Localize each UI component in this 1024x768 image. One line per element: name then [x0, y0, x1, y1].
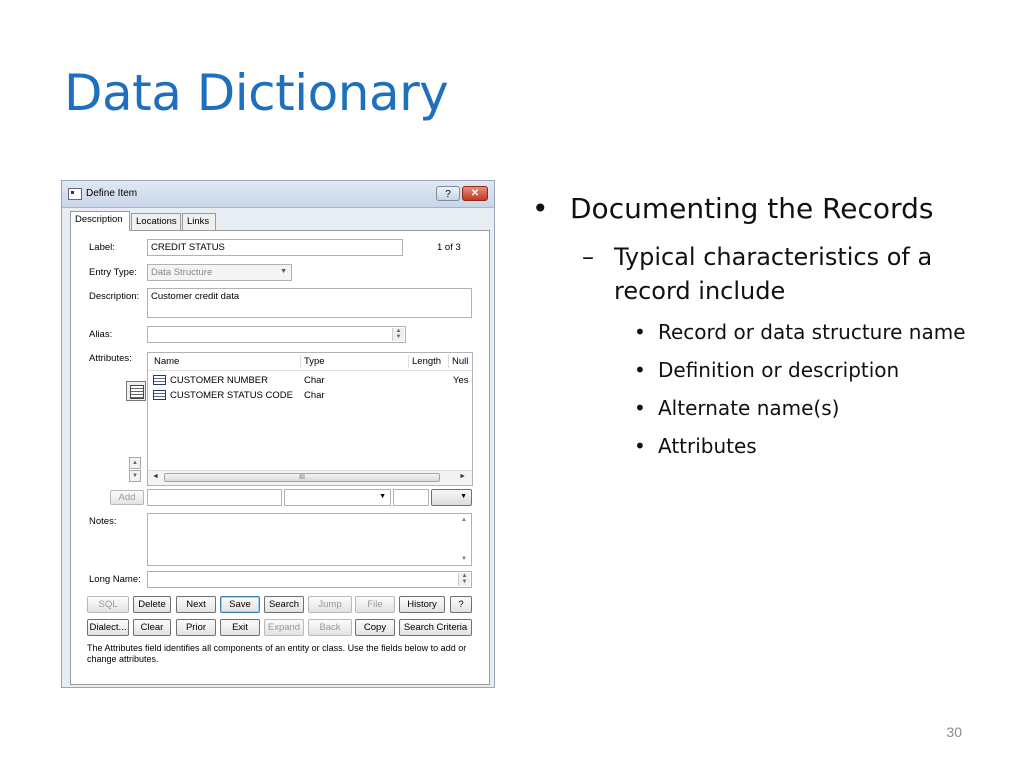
define-item-dialog: Define Item ? ✕ Description Locations Li… — [61, 180, 495, 688]
scroll-up-icon[interactable]: ▲ — [461, 517, 467, 523]
long-name-input[interactable]: ▲ ▼ — [147, 571, 472, 588]
dialog-titlebar: Define Item ? ✕ — [62, 181, 494, 208]
scroll-down-icon[interactable]: ▼ — [461, 556, 467, 562]
new-attribute-name-input[interactable] — [147, 489, 282, 506]
help-question-button[interactable]: ? — [450, 596, 472, 613]
horizontal-scrollbar[interactable]: ◄ III ► — [148, 470, 472, 485]
page-number: 30 — [946, 724, 962, 740]
slide-title: Data Dictionary — [64, 64, 449, 122]
file-button[interactable]: File — [355, 596, 395, 613]
new-attribute-type-select[interactable]: ▼ — [284, 489, 391, 506]
move-down-icon[interactable]: ▼ — [129, 470, 141, 482]
bullet-level3: Alternate name(s) — [530, 394, 970, 422]
next-button[interactable]: Next — [176, 596, 216, 613]
description-input[interactable]: Customer credit data — [147, 288, 472, 318]
column-header-length[interactable]: Length — [412, 356, 441, 367]
table-row-icon — [153, 375, 166, 386]
column-header-name[interactable]: Name — [154, 356, 179, 367]
scroll-right-icon[interactable]: ► — [459, 473, 466, 480]
clear-button[interactable]: Clear — [133, 619, 171, 636]
record-counter: 1 of 3 — [437, 242, 461, 253]
jump-button[interactable]: Jump — [308, 596, 352, 613]
table-row-icon — [153, 390, 166, 401]
attributes-table[interactable]: Name Type Length Null CUSTOMER NUMBER Ch… — [147, 352, 473, 486]
tab-links[interactable]: Links — [182, 213, 216, 230]
delete-button[interactable]: Delete — [133, 596, 171, 613]
row-type: Char — [304, 375, 325, 386]
bullet-level1: Documenting the Records — [530, 190, 970, 228]
label-input[interactable]: CREDIT STATUS — [147, 239, 403, 256]
scroll-thumb[interactable]: III — [164, 473, 440, 482]
new-attribute-length-input[interactable] — [393, 489, 429, 506]
row-type: Char — [304, 390, 325, 401]
back-button[interactable]: Back — [308, 619, 352, 636]
column-header-type[interactable]: Type — [304, 356, 325, 367]
save-button[interactable]: Save — [220, 596, 260, 613]
attributes-editor-icon[interactable] — [126, 381, 146, 401]
row-name: CUSTOMER STATUS CODE — [170, 390, 293, 401]
tab-description[interactable]: Description — [70, 211, 130, 231]
bullet-level3: Definition or description — [530, 356, 970, 384]
expand-button[interactable]: Expand — [264, 619, 304, 636]
table-header: Name Type Length Null — [148, 353, 472, 371]
long-name-caption: Long Name: — [89, 574, 141, 585]
chevron-down-icon: ▼ — [280, 268, 287, 275]
label-caption: Label: — [89, 242, 115, 253]
dialect-button[interactable]: Dialect... — [87, 619, 129, 636]
description-panel: Label: CREDIT STATUS 1 of 3 Entry Type: … — [70, 230, 490, 685]
move-up-icon[interactable]: ▲ — [129, 457, 141, 469]
notes-caption: Notes: — [89, 516, 117, 527]
history-button[interactable]: History — [399, 596, 445, 613]
description-caption: Description: — [89, 291, 140, 302]
bullet-list: Documenting the Records Typical characte… — [530, 190, 970, 470]
tab-locations[interactable]: Locations — [131, 213, 181, 230]
chevron-down-icon: ▼ — [379, 493, 386, 500]
column-header-null[interactable]: Null — [452, 356, 468, 367]
entry-type-select[interactable]: Data Structure ▼ — [147, 264, 292, 281]
close-button[interactable]: ✕ — [462, 186, 488, 201]
copy-button[interactable]: Copy — [355, 619, 395, 636]
help-button[interactable]: ? — [436, 186, 460, 201]
search-criteria-button[interactable]: Search Criteria — [399, 619, 472, 636]
alias-input[interactable]: ▲ ▼ — [147, 326, 406, 343]
add-attribute-button[interactable]: Add — [110, 490, 144, 505]
prior-button[interactable]: Prior — [176, 619, 216, 636]
dialog-title: Define Item — [86, 188, 138, 199]
attributes-caption: Attributes: — [89, 353, 132, 364]
spin-icon[interactable]: ▲ ▼ — [458, 573, 470, 586]
table-row[interactable]: CUSTOMER STATUS CODE Char — [148, 388, 472, 403]
row-name: CUSTOMER NUMBER — [170, 375, 268, 386]
status-hint: The Attributes field identifies all comp… — [87, 643, 467, 664]
entry-type-value: Data Structure — [151, 267, 213, 278]
spin-icon[interactable]: ▲ ▼ — [392, 328, 404, 341]
window-icon — [68, 188, 82, 200]
row-null: Yes — [453, 375, 469, 386]
notes-input[interactable]: ▲ ▼ — [147, 513, 472, 566]
entry-type-caption: Entry Type: — [89, 267, 137, 278]
chevron-down-icon: ▼ — [460, 493, 467, 500]
sql-button[interactable]: SQL — [87, 596, 129, 613]
scroll-left-icon[interactable]: ◄ — [152, 473, 159, 480]
bullet-level3: Record or data structure name — [530, 318, 970, 346]
bullet-level3: Attributes — [530, 432, 970, 460]
new-attribute-null-select[interactable]: ▼ — [431, 489, 472, 506]
search-button[interactable]: Search — [264, 596, 304, 613]
alias-caption: Alias: — [89, 329, 113, 340]
bullet-level2: Typical characteristics of a record incl… — [530, 240, 970, 308]
exit-button[interactable]: Exit — [220, 619, 260, 636]
table-row[interactable]: CUSTOMER NUMBER Char Yes — [148, 373, 472, 388]
